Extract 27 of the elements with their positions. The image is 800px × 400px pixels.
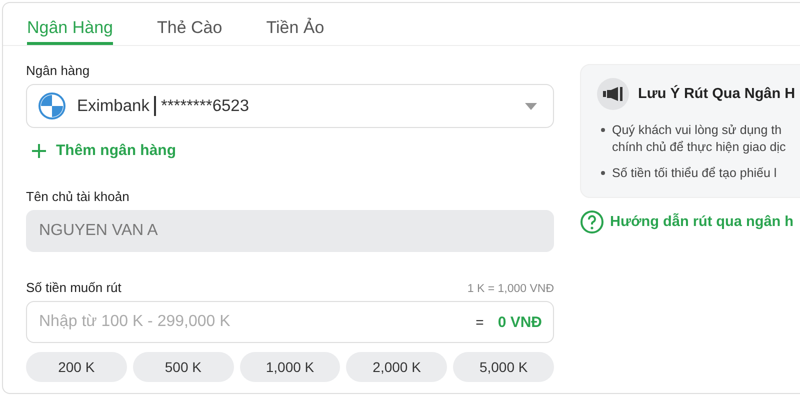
- field-label: Tên chủ tài khoản: [26, 189, 130, 204]
- account-number: ********6523: [160, 96, 250, 116]
- bank-name: Eximbank: [77, 96, 150, 116]
- bank-select[interactable]: Eximbank ********6523: [26, 84, 554, 128]
- bank-logo-icon: [38, 92, 66, 120]
- field-label: Số tiền muốn rút: [26, 280, 122, 295]
- megaphone-icon: [597, 78, 629, 110]
- equals-sign: =: [476, 314, 484, 330]
- notice-title: Lưu Ý Rút Qua Ngân H: [638, 86, 796, 102]
- plus-icon: [31, 142, 47, 158]
- amount-preset-button[interactable]: 500 K: [132, 352, 234, 382]
- amount-preset-button[interactable]: 5,000 K: [453, 352, 554, 382]
- tab[interactable]: Thẻ Cào: [157, 3, 222, 45]
- bullet-icon: [601, 128, 605, 132]
- tab[interactable]: Tiền Ảo: [266, 3, 324, 45]
- amount-preset-button[interactable]: 200 K: [26, 352, 127, 382]
- field-label: Ngân hàng: [26, 63, 91, 78]
- bullet-icon: [601, 171, 605, 175]
- amount-preset-button[interactable]: 1,000 K: [240, 352, 340, 382]
- notice-text: chính chủ để thực hiện giao dịc: [612, 139, 786, 156]
- notice-text: Số tiền tối thiểu để tạo phiếu l: [612, 165, 777, 182]
- exchange-rate: 1 K = 1,000 VNĐ: [467, 283, 554, 295]
- amount-preset-button[interactable]: 2,000 K: [346, 352, 448, 382]
- help-icon: [580, 210, 604, 234]
- notice-text: Quý khách vui lòng sử dụng th: [612, 122, 783, 139]
- converted-amount: 0 VNĐ: [498, 314, 542, 330]
- caret-icon: [525, 102, 537, 110]
